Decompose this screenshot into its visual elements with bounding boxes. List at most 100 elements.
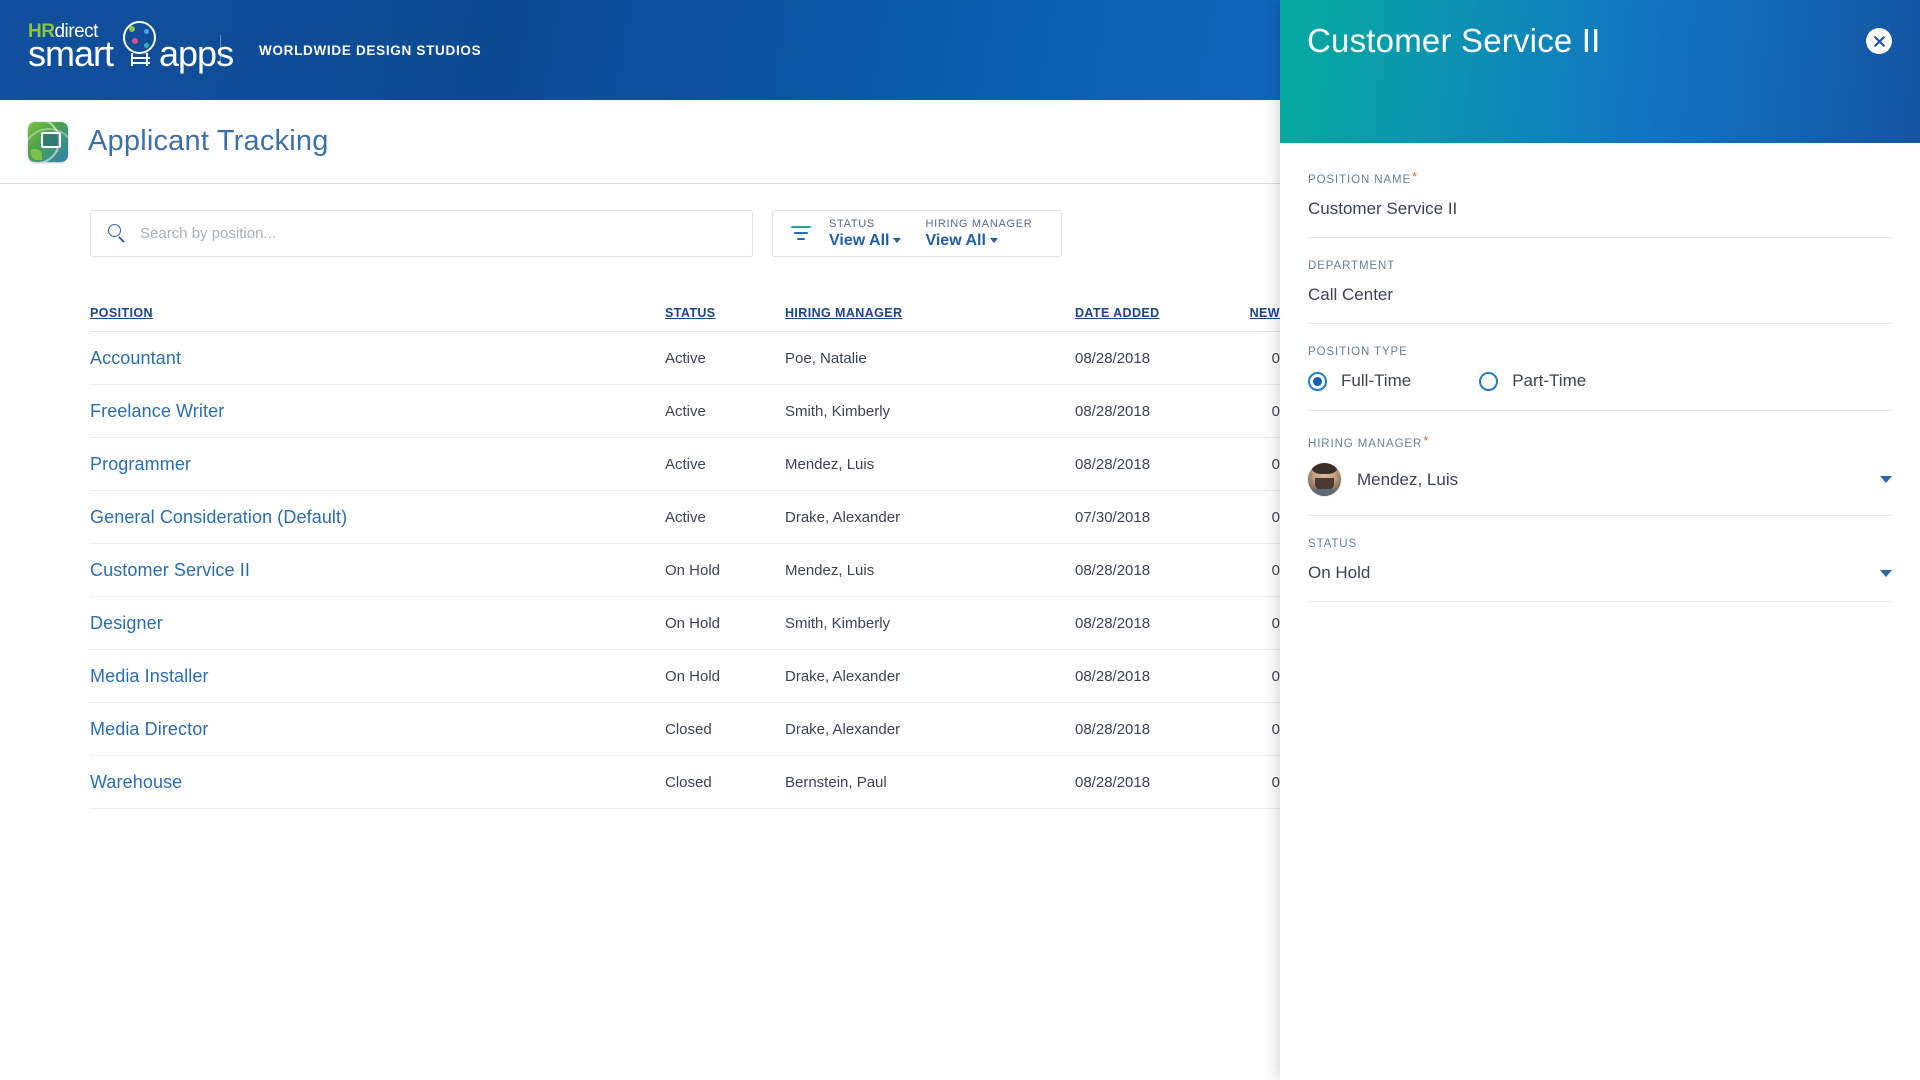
row-status: Closed — [665, 773, 712, 791]
applicant-tracking-icon — [28, 121, 68, 162]
row-date-added: 08/28/2018 — [1075, 455, 1151, 473]
search-icon — [108, 224, 127, 243]
positions-table: POSITION STATUS HIRING MANAGER DATE ADDE… — [90, 294, 1280, 809]
company-name: WORLDWIDE DESIGN STUDIOS — [259, 42, 482, 58]
row-hiring-manager: Drake, Alexander — [785, 720, 901, 738]
row-hiring-manager: Drake, Alexander — [785, 667, 901, 685]
radio-full-time-label: Full-Time — [1341, 371, 1412, 390]
row-new-count: 0 — [1271, 667, 1280, 685]
column-header-position[interactable]: POSITION — [90, 306, 153, 320]
status-label: STATUS — [1308, 538, 1358, 550]
filter-status: STATUS View All — [829, 217, 902, 250]
top-brand-bar: HRdirect smart apps WORLDWIDE DESIGN STUD… — [0, 0, 1280, 100]
row-status: Active — [665, 455, 706, 473]
table-row[interactable]: Programmer Active Mendez, Luis 08/28/201… — [90, 438, 1280, 491]
row-status: Active — [665, 508, 706, 526]
close-icon[interactable] — [1866, 28, 1892, 54]
row-date-added: 08/28/2018 — [1075, 773, 1151, 791]
table-row[interactable]: Media Installer On Hold Drake, Alexander… — [90, 650, 1280, 703]
row-hiring-manager: Mendez, Luis — [785, 561, 875, 579]
column-header-hiring-manager[interactable]: HIRING MANAGER — [785, 306, 902, 320]
chevron-down-icon — [1880, 476, 1892, 483]
filter-hiring-manager-value: View All — [925, 231, 986, 249]
field-position-name: POSITION NAME* Customer Service II — [1308, 169, 1892, 238]
column-header-new[interactable]: NEW — [1250, 306, 1280, 320]
search-input[interactable] — [140, 225, 752, 242]
row-status: On Hold — [665, 561, 721, 579]
column-header-status[interactable]: STATUS — [665, 306, 716, 320]
filter-icon — [791, 225, 811, 243]
radio-part-time[interactable]: Part-Time — [1479, 371, 1586, 391]
filter-status-dropdown[interactable]: View All — [829, 231, 902, 250]
position-name-value[interactable]: Customer Service II — [1308, 199, 1892, 227]
page-title-bar: Applicant Tracking — [0, 100, 1280, 184]
page-title: Applicant Tracking — [88, 125, 329, 157]
position-link[interactable]: Programmer — [90, 454, 191, 474]
panel-body: POSITION NAME* Customer Service II DEPAR… — [1280, 143, 1920, 602]
field-hiring-manager: HIRING MANAGER* Mendez, Luis — [1308, 433, 1892, 516]
row-status: Active — [665, 349, 706, 367]
table-row[interactable]: General Consideration (Default) Active D… — [90, 491, 1280, 544]
search-box[interactable] — [90, 210, 753, 257]
radio-part-time-icon — [1479, 371, 1499, 391]
row-new-count: 0 — [1271, 773, 1280, 791]
position-name-label: POSITION NAME* — [1308, 169, 1419, 186]
filter-status-label: STATUS — [829, 217, 875, 230]
position-link[interactable]: Designer — [90, 613, 163, 633]
filter-status-value: View All — [829, 231, 890, 249]
row-status: Active — [665, 402, 706, 420]
radio-full-time-icon — [1308, 371, 1327, 391]
row-new-count: 0 — [1271, 402, 1280, 420]
logo-smart-text: smart — [28, 33, 114, 74]
position-link[interactable]: Freelance Writer — [90, 401, 224, 421]
position-link[interactable]: Media Installer — [90, 666, 209, 686]
position-link[interactable]: Warehouse — [90, 772, 182, 792]
table-row[interactable]: Customer Service II On Hold Mendez, Luis… — [90, 544, 1280, 597]
field-status: STATUS On Hold — [1308, 538, 1892, 602]
column-header-date-added[interactable]: DATE ADDED — [1075, 306, 1160, 320]
panel-header: Customer Service II — [1280, 0, 1920, 143]
position-link[interactable]: Accountant — [90, 348, 181, 368]
logo-apps-text: apps — [159, 33, 234, 74]
table-row[interactable]: Warehouse Closed Bernstein, Paul 08/28/2… — [90, 756, 1280, 809]
radio-full-time[interactable]: Full-Time — [1308, 371, 1411, 391]
row-new-count: 0 — [1271, 561, 1280, 579]
position-link[interactable]: Customer Service II — [90, 560, 250, 580]
row-date-added: 08/28/2018 — [1075, 667, 1151, 685]
filter-hiring-manager-label: HIRING MANAGER — [925, 217, 1033, 230]
row-date-added: 08/28/2018 — [1075, 720, 1151, 738]
row-new-count: 0 — [1271, 614, 1280, 632]
row-status: On Hold — [665, 614, 721, 632]
department-label: DEPARTMENT — [1308, 260, 1396, 272]
position-detail-panel: Customer Service II POSITION NAME* Custo… — [1280, 0, 1920, 1080]
position-link[interactable]: Media Director — [90, 719, 208, 739]
filter-hiring-manager-dropdown[interactable]: View All — [925, 232, 1032, 250]
table-row[interactable]: Freelance Writer Active Smith, Kimberly … — [90, 385, 1280, 438]
hiring-manager-label: HIRING MANAGER* — [1308, 433, 1430, 450]
table-row[interactable]: Accountant Active Poe, Natalie 08/28/201… — [90, 332, 1280, 385]
table-row[interactable]: Designer On Hold Smith, Kimberly 08/28/2… — [90, 597, 1280, 650]
filter-hiring-manager: HIRING MANAGER View All — [925, 218, 1032, 250]
filter-box: STATUS View All HIRING MANAGER View All — [772, 210, 1062, 257]
department-value[interactable]: Call Center — [1308, 285, 1892, 313]
row-status: Closed — [665, 720, 712, 738]
row-hiring-manager: Smith, Kimberly — [785, 402, 891, 420]
position-link[interactable]: General Consideration (Default) — [90, 507, 347, 527]
row-date-added: 07/30/2018 — [1075, 508, 1151, 526]
hiring-manager-dropdown[interactable]: Mendez, Luis — [1308, 463, 1892, 505]
row-hiring-manager: Mendez, Luis — [785, 455, 875, 473]
field-position-type: POSITION TYPE Full-Time Part-Time — [1308, 346, 1892, 411]
lightbulb-icon — [120, 21, 162, 77]
table-row[interactable]: Media Director Closed Drake, Alexander 0… — [90, 703, 1280, 756]
status-dropdown[interactable]: On Hold — [1308, 563, 1892, 591]
panel-title: Customer Service II — [1307, 22, 1601, 59]
row-new-count: 0 — [1271, 508, 1280, 526]
smartapps-logo[interactable]: HRdirect smart apps — [28, 19, 234, 81]
chevron-down-icon — [893, 237, 902, 243]
row-new-count: 0 — [1271, 720, 1280, 738]
row-hiring-manager: Poe, Natalie — [785, 349, 867, 367]
row-date-added: 08/28/2018 — [1075, 402, 1151, 420]
radio-part-time-label: Part-Time — [1512, 371, 1587, 390]
avatar — [1308, 463, 1341, 496]
position-type-label: POSITION TYPE — [1308, 346, 1408, 358]
